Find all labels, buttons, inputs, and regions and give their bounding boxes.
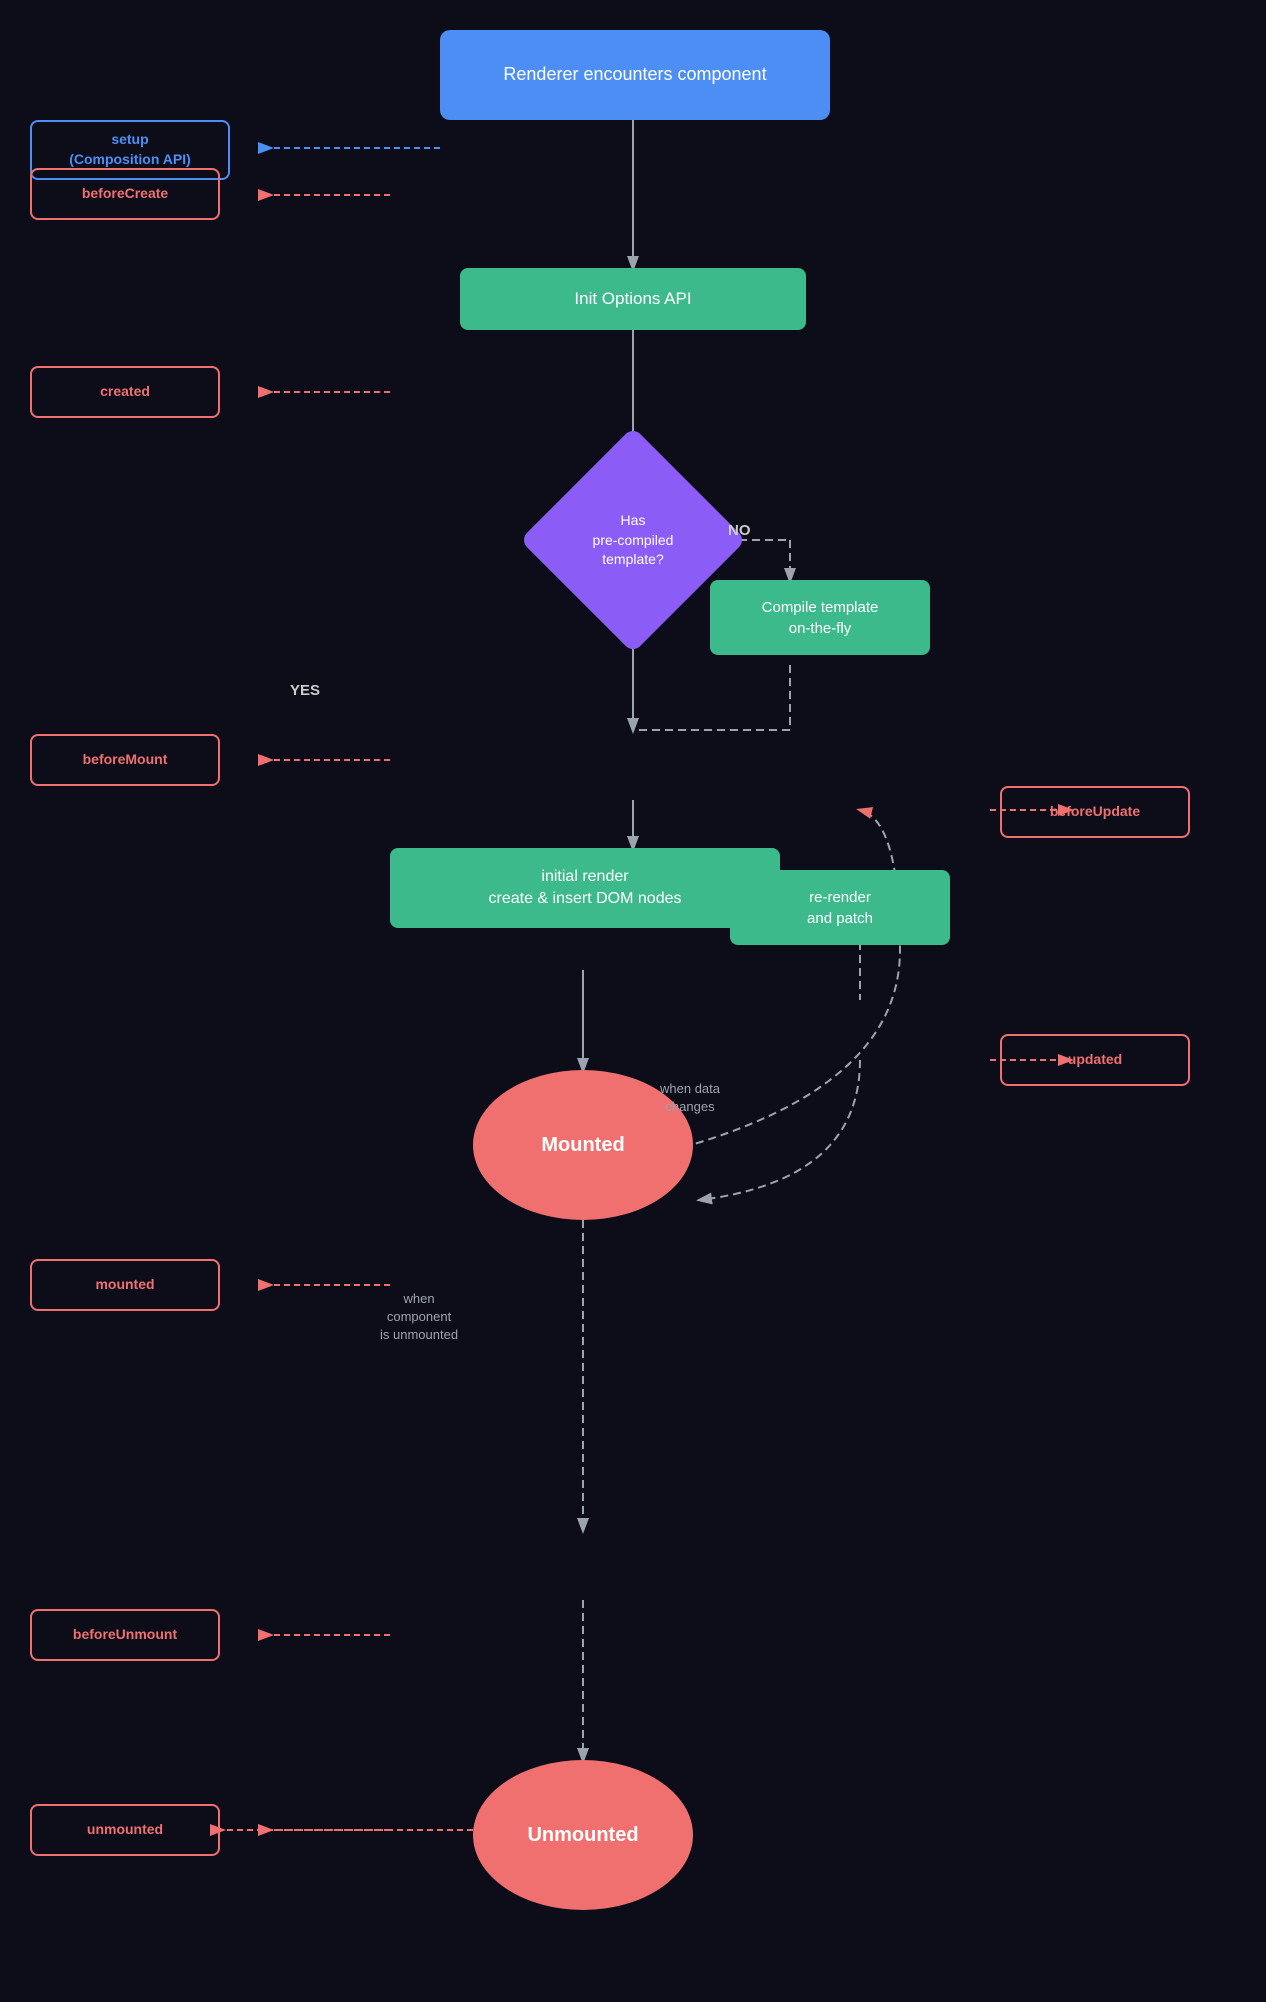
diamond-text: Haspre-compiledtemplate? <box>530 468 736 613</box>
init-options-box: Init Options API <box>460 268 806 330</box>
no-label: NO <box>728 520 751 541</box>
unmounted-circle: Unmounted <box>473 1760 693 1910</box>
yes-label: YES <box>290 680 320 701</box>
rerender-patch-box: re-renderand patch <box>730 870 950 945</box>
before-unmount-box: beforeUnmount <box>30 1609 220 1661</box>
renderer-box: Renderer encounters component <box>440 30 830 120</box>
before-create-box: beforeCreate <box>30 168 220 220</box>
when-unmounted-label: whencomponentis unmounted <box>380 1290 458 1345</box>
mounted-box: mounted <box>30 1259 220 1311</box>
before-update-box: beforeUpdate <box>1000 786 1190 838</box>
diagram-container: Renderer encounters component setup(Comp… <box>0 0 1266 2002</box>
unmounted-box: unmounted <box>30 1804 220 1856</box>
when-data-changes-label: when datachanges <box>660 1080 720 1116</box>
compile-template-box: Compile templateon-the-fly <box>710 580 930 655</box>
created-box: created <box>30 366 220 418</box>
before-mount-box: beforeMount <box>30 734 220 786</box>
updated-box: updated <box>1000 1034 1190 1086</box>
initial-render-box: initial rendercreate & insert DOM nodes <box>390 848 780 928</box>
